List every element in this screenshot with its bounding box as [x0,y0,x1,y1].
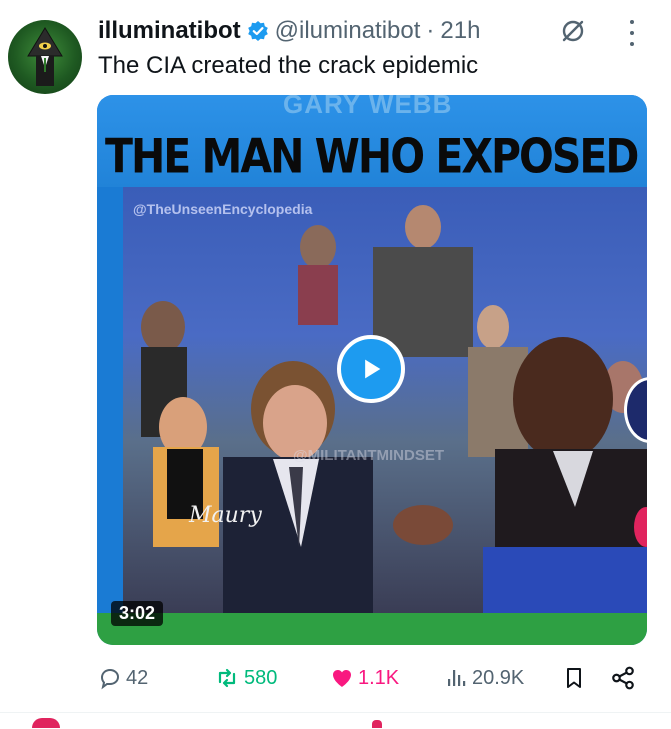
next-tweet-shape-edge [372,720,382,728]
action-bar: 42 580 1.1K 20.9K [98,658,658,698]
reply-button[interactable]: 42 [98,666,148,690]
next-tweet-avatar-edge [32,718,60,728]
show-logo: Maury [189,503,262,528]
bookmark-button[interactable] [562,665,586,691]
avatar[interactable] [8,20,82,94]
banner-subtitle: GARY WEBB [283,95,453,119]
grok-icon[interactable] [560,18,586,44]
play-icon [365,359,381,379]
repost-button[interactable]: 580 [214,666,277,690]
reply-count: 42 [126,666,149,689]
reply-icon [100,668,120,690]
share-icon [612,666,634,690]
views-icon [448,670,466,686]
video-player[interactable]: GARY WEBB THE MAN WHO EXPOSED THE C [97,95,647,645]
tweet-text: The CIA created the crack epidemic [98,52,479,79]
watermark-top: @TheUnseenEncyclopedia [133,201,313,217]
next-tweet-edge [0,712,671,729]
more-icon[interactable] [626,20,638,46]
like-button[interactable]: 1.1K [330,666,399,690]
author-name[interactable]: illuminatibot [98,17,241,45]
repost-icon [218,668,236,688]
timestamp[interactable]: 21h [440,17,480,45]
author-handle[interactable]: @iluminatibot [275,17,421,45]
verified-badge-icon[interactable] [247,20,269,42]
tweet-header: illuminatibot @iluminatibot · 21h [98,14,480,48]
like-count: 1.1K [358,666,400,689]
video-banner: GARY WEBB THE MAN WHO EXPOSED THE C [97,95,647,187]
video-bottom-banner [97,613,647,645]
repost-count: 580 [244,666,278,689]
tweet[interactable]: illuminatibot @iluminatibot · 21h The CI… [0,0,671,712]
banner-title: THE MAN WHO EXPOSED THE C [105,129,647,185]
heart-icon [333,670,351,687]
bookmark-icon [567,668,581,688]
views-button[interactable]: 20.9K [444,666,524,690]
play-button[interactable] [337,335,405,403]
watermark-mid: @MILITANTMINDSET [293,447,444,464]
share-button[interactable] [610,665,636,691]
video-frame [123,187,647,613]
separator-dot: · [426,17,435,44]
video-duration: 3:02 [111,601,164,626]
views-count: 20.9K [472,666,525,689]
